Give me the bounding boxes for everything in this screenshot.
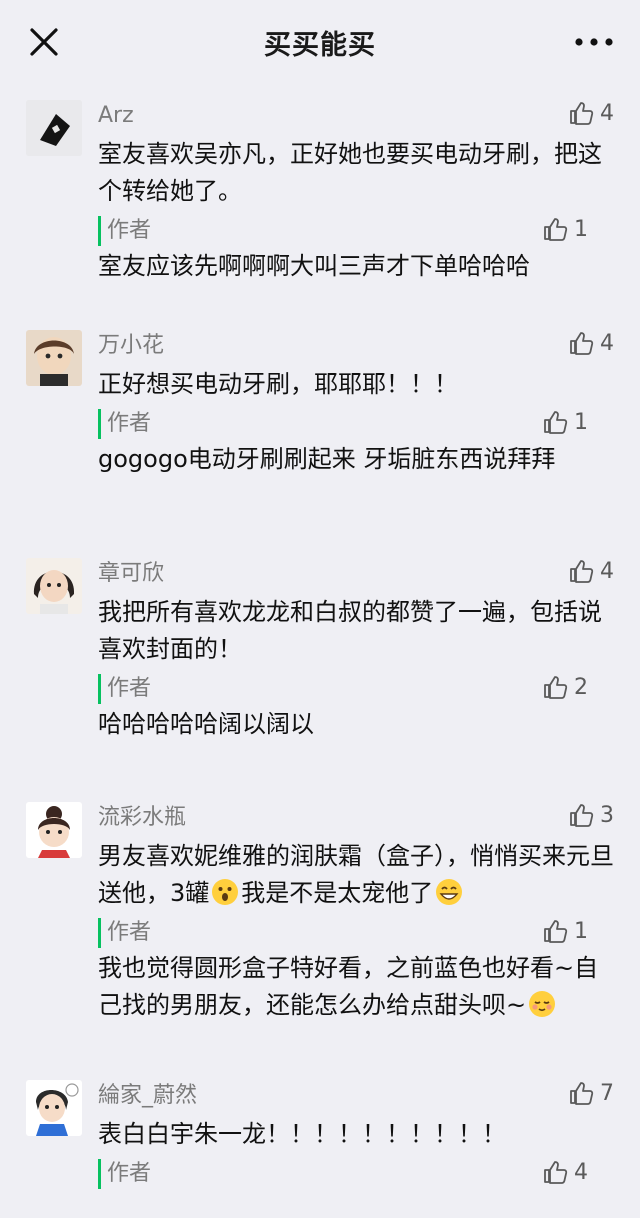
like-count: 4 [600, 100, 614, 126]
nav-bar: 买买能买 [0, 0, 640, 84]
reply-text: 哈哈哈哈哈阔以阔以 [98, 710, 314, 738]
like-count: 1 [574, 409, 588, 435]
like-button[interactable]: 4 [542, 1159, 588, 1185]
author-reply: 作者 1 我也觉得圆形盒子特好看，之前蓝色也好看~自己找的男朋友，还能怎么办给点… [98, 918, 614, 1024]
like-button[interactable]: 1 [542, 918, 588, 944]
author-reply: 作者 2 哈哈哈哈哈阔以阔以 [98, 674, 614, 743]
avatar[interactable] [26, 558, 82, 614]
page-title: 买买能买 [264, 29, 376, 61]
comment-item: 万小花 4 正好想买电动牙刷，耶耶耶！！！ 作者 1 gogogo电动牙刷刷起来… [0, 314, 640, 542]
comment-item: 流彩水瓶 3 男友喜欢妮维雅的润肤霜（盒子），悄悄买来元旦送他，3罐 我是不是太宠… [0, 786, 640, 1064]
thumbs-up-icon [544, 411, 568, 434]
avatar[interactable] [26, 100, 82, 156]
comment-text: 室友喜欢吴亦凡，正好她也要买电动牙刷，把这个转给她了。 [98, 140, 602, 205]
like-button[interactable]: 7 [568, 1080, 614, 1106]
reply-text: 我也觉得圆形盒子特好看，之前蓝色也好看~自己找的男朋友，还能怎么办给点甜头呗~ [98, 950, 614, 1024]
like-count: 3 [600, 802, 614, 828]
shocked-emoji-icon [212, 879, 239, 905]
reply-text: 室友应该先啊啊啊大叫三声才下单哈哈哈 [98, 252, 530, 280]
like-button[interactable]: 4 [568, 330, 614, 356]
like-count: 4 [600, 558, 614, 584]
author-tag: 作者 [98, 409, 151, 439]
author-reply: 作者 4 [98, 1159, 614, 1189]
like-count: 4 [574, 1159, 588, 1185]
thumbs-up-icon [570, 560, 594, 583]
comment-author-name: 章可欣 [98, 561, 165, 586]
comment-author-name: 綸家_蔚然 [98, 1083, 198, 1108]
comment-text: 男友喜欢妮维雅的润肤霜（盒子），悄悄买来元旦送他，3罐 我是不是太宠他了 [98, 838, 614, 912]
grin-emoji-icon [436, 879, 463, 905]
author-reply: 作者 1 gogogo电动牙刷刷起来 牙垢脏东西说拜拜 [98, 409, 614, 478]
like-button[interactable]: 4 [568, 100, 614, 126]
thumbs-up-icon [570, 804, 594, 827]
avatar[interactable] [26, 330, 82, 386]
like-count: 4 [600, 330, 614, 356]
comment-item: 綸家_蔚然 7 表白白宇朱一龙！！！！！！！！！！ 作者 4 [0, 1064, 640, 1218]
author-reply: 作者 1 室友应该先啊啊啊大叫三声才下单哈哈哈 [98, 216, 614, 285]
author-tag: 作者 [98, 918, 151, 948]
like-count: 1 [574, 216, 588, 242]
comment-author-name: 流彩水瓶 [98, 805, 187, 830]
thumbs-up-icon [544, 920, 568, 943]
like-count: 1 [574, 918, 588, 944]
blush-emoji-icon [529, 991, 556, 1017]
comment-text: 表白白宇朱一龙！！！！！！！！！！ [98, 1120, 506, 1148]
reply-text: gogogo电动牙刷刷起来 牙垢脏东西说拜拜 [98, 445, 556, 473]
like-button[interactable]: 1 [542, 216, 588, 242]
like-count: 2 [574, 674, 588, 700]
comment-author-name: 万小花 [98, 333, 165, 358]
author-tag: 作者 [98, 674, 151, 704]
comment-item: 章可欣 4 我把所有喜欢龙龙和白叔的都赞了一遍，包括说喜欢封面的！ 作者 2 哈… [0, 542, 640, 786]
thumbs-up-icon [544, 1161, 568, 1184]
close-icon[interactable] [26, 24, 62, 60]
like-button[interactable]: 2 [542, 674, 588, 700]
comment-item: Arz 4 室友喜欢吴亦凡，正好她也要买电动牙刷，把这个转给她了。 作者 1 室… [0, 84, 640, 314]
avatar[interactable] [26, 1080, 82, 1136]
thumbs-up-icon [544, 676, 568, 699]
thumbs-up-icon [570, 332, 594, 355]
like-button[interactable]: 4 [568, 558, 614, 584]
author-tag: 作者 [98, 216, 151, 246]
like-count: 7 [600, 1080, 614, 1106]
like-button[interactable]: 1 [542, 409, 588, 435]
thumbs-up-icon [544, 218, 568, 241]
author-tag: 作者 [98, 1159, 151, 1189]
more-icon[interactable] [572, 24, 616, 60]
thumbs-up-icon [570, 102, 594, 125]
comment-text: 正好想买电动牙刷，耶耶耶！！！ [98, 370, 458, 398]
like-button[interactable]: 3 [568, 802, 614, 828]
avatar[interactable] [26, 802, 82, 858]
thumbs-up-icon [570, 1082, 594, 1105]
comment-text: 我把所有喜欢龙龙和白叔的都赞了一遍，包括说喜欢封面的！ [98, 598, 602, 663]
comment-text-part: 我是不是太宠他了 [241, 879, 434, 907]
comment-author-name: Arz [98, 103, 134, 128]
reply-text-part: 我也觉得圆形盒子特好看，之前蓝色也好看~自己找的男朋友，还能怎么办给点甜头呗~ [98, 954, 599, 1019]
